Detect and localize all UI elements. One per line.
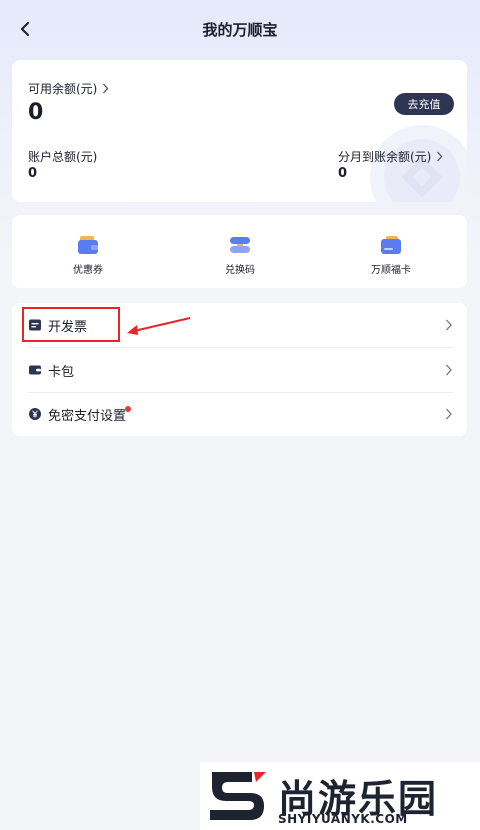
available-balance-value: 0 xyxy=(28,100,44,125)
shortcut-coupon[interactable]: 优惠券 xyxy=(33,215,143,288)
recharge-button[interactable]: 去充值 xyxy=(394,93,454,115)
menu-item-password-free-pay[interactable]: 免密支付设置 xyxy=(12,392,467,436)
watermark-logo: 尚游乐园 SHYIYUANYK.COM xyxy=(200,762,480,830)
available-balance-label: 可用余额(元) xyxy=(28,82,98,96)
card-wallet-icon xyxy=(29,365,41,375)
available-balance-link[interactable]: 可用余额(元) xyxy=(28,80,109,97)
shortcut-label: 优惠券 xyxy=(73,265,103,276)
annotation-arrow-icon xyxy=(127,317,191,335)
installment-balance-value: 0 xyxy=(338,166,348,181)
notification-badge xyxy=(125,406,131,412)
top-nav-bar: 我的万顺宝 xyxy=(0,0,480,58)
yuan-coin-icon xyxy=(29,408,41,420)
menu-item-label: 免密支付设置 xyxy=(48,408,127,424)
chevron-right-icon xyxy=(446,408,452,420)
shortcut-label: 万顺福卡 xyxy=(371,265,411,276)
brand-s-logo-icon xyxy=(210,772,266,820)
menu-item-card-wallet[interactable]: 卡包 xyxy=(12,348,467,392)
chevron-right-icon xyxy=(437,151,443,162)
total-balance-value: 0 xyxy=(28,166,38,181)
shortcut-exchange-code[interactable]: 兑换码 xyxy=(185,215,295,288)
chevron-right-icon xyxy=(103,83,109,94)
fortune-card-icon xyxy=(381,236,401,254)
installment-balance-link[interactable]: 分月到账余额(元) xyxy=(338,148,443,165)
page-title: 我的万顺宝 xyxy=(202,21,278,39)
installment-balance-label: 分月到账余额(元) xyxy=(338,150,432,164)
shortcut-label: 兑换码 xyxy=(225,265,255,276)
shortcut-fortune-card[interactable]: 万顺福卡 xyxy=(336,215,446,288)
exchange-code-icon xyxy=(230,237,250,253)
chevron-right-icon xyxy=(446,319,452,331)
shortcut-card: 优惠券 兑换码 万顺福卡 xyxy=(12,215,467,288)
annotation-highlight-box xyxy=(22,307,120,342)
wallet-coupon-icon xyxy=(78,236,98,254)
chevron-right-icon xyxy=(446,364,452,376)
menu-item-label: 卡包 xyxy=(48,364,75,380)
balance-card: 可用余额(元) 0 去充值 账户总额(元) 0 分月到账余额(元) 0 xyxy=(12,60,467,202)
total-balance-label: 账户总额(元) xyxy=(28,150,98,164)
brand-url: SHYIYUANYK.COM xyxy=(278,812,408,826)
